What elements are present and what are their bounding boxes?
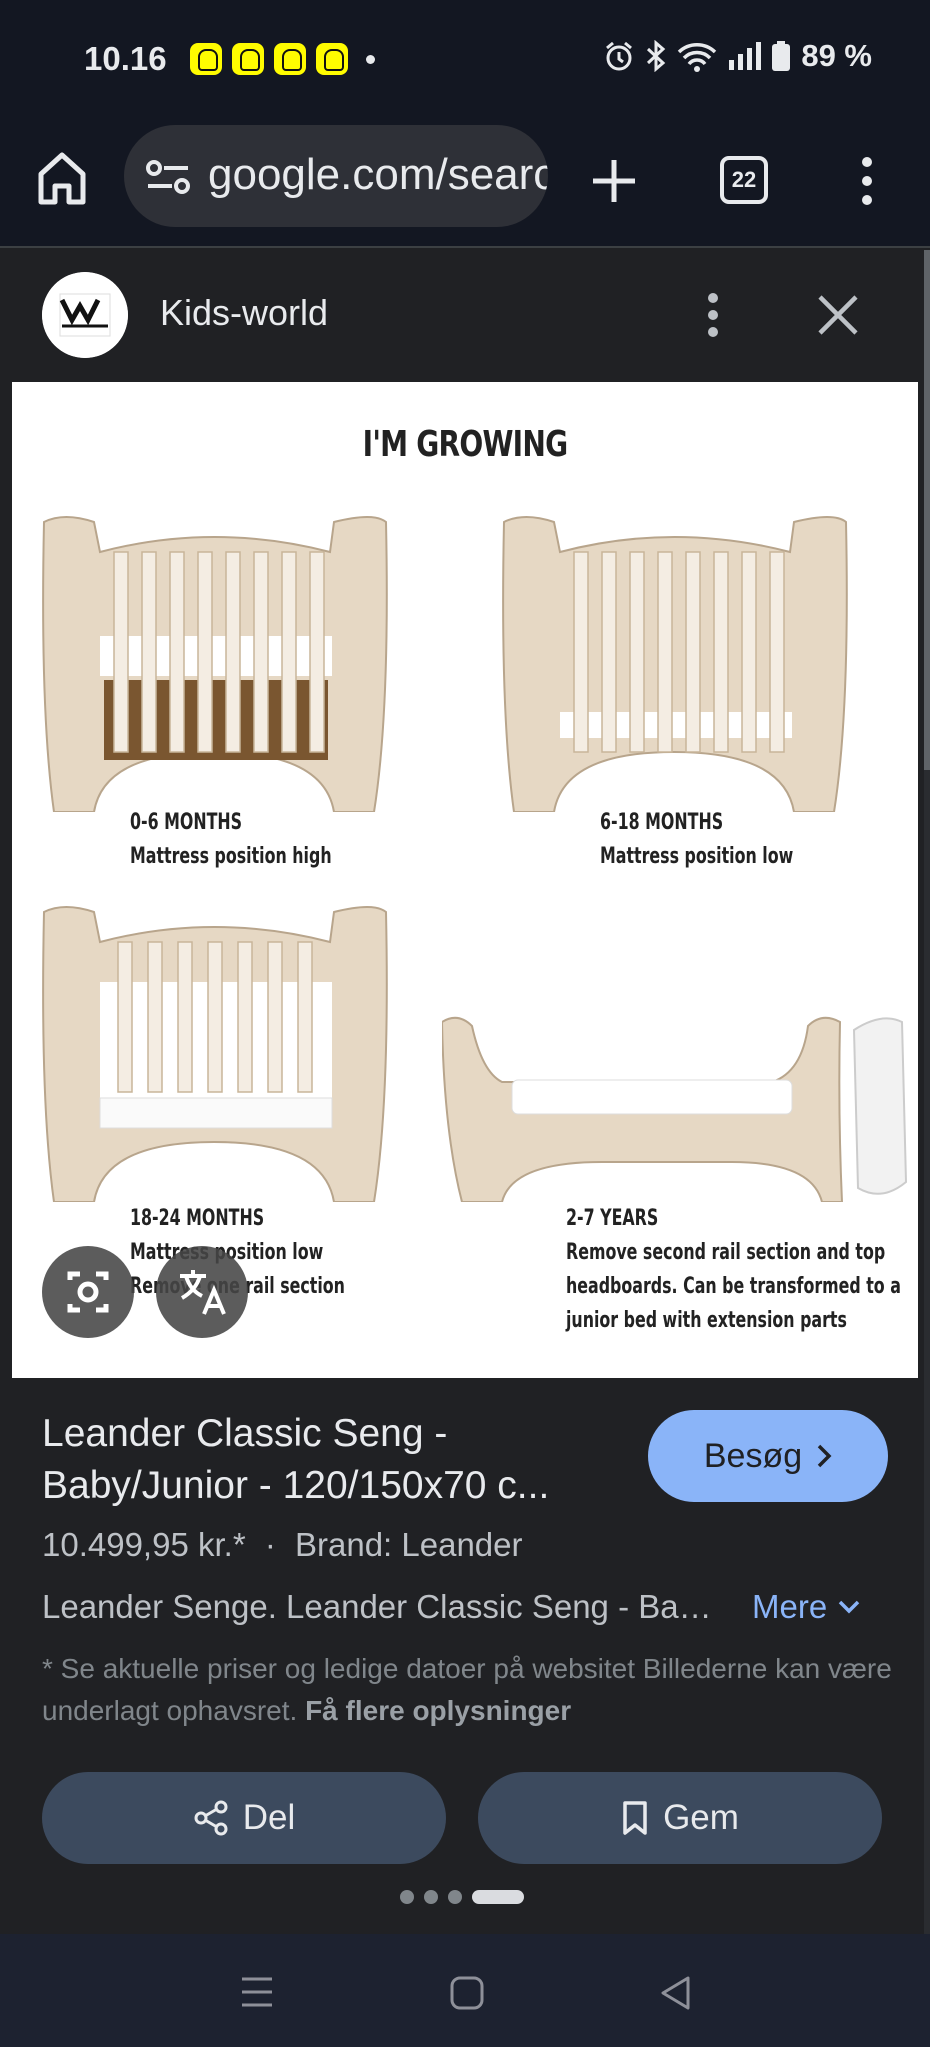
pager-dot-active[interactable] bbox=[472, 1890, 524, 1904]
site-logo[interactable] bbox=[42, 272, 128, 358]
battery-icon bbox=[772, 41, 791, 71]
battery-level: 89 % bbox=[801, 38, 872, 73]
share-label: Del bbox=[242, 1798, 296, 1837]
copyright-disclaimer: * Se aktuelle priser og ledige datoer på… bbox=[42, 1653, 892, 1726]
site-settings-icon[interactable] bbox=[146, 159, 190, 195]
chevron-right-icon bbox=[817, 1444, 832, 1468]
home-icon[interactable] bbox=[36, 148, 88, 208]
snapchat-icon bbox=[274, 43, 306, 75]
crib-illustration-0-6-months bbox=[42, 516, 388, 812]
more-options-icon[interactable] bbox=[704, 292, 722, 338]
translate-button[interactable] bbox=[156, 1246, 248, 1338]
home-nav-icon[interactable] bbox=[450, 1976, 484, 2010]
more-button[interactable]: Mere bbox=[752, 1588, 861, 1626]
separator-dot: · bbox=[264, 1526, 276, 1563]
stage-label: 0-6 MONTHS Mattress position high bbox=[130, 810, 332, 869]
pager-dot[interactable] bbox=[424, 1890, 438, 1904]
recent-apps-icon[interactable] bbox=[240, 1976, 274, 2008]
more-info-link[interactable]: Få flere oplysninger bbox=[305, 1695, 571, 1726]
lens-icon bbox=[67, 1271, 109, 1313]
product-image[interactable]: I'M GROWING 0-6 MONTHS Mattress position… bbox=[12, 382, 918, 1378]
crib-illustration-18-24-months bbox=[42, 906, 388, 1202]
wifi-icon bbox=[678, 43, 717, 72]
browser-toolbar: google.com/search 22 bbox=[0, 118, 930, 248]
lens-search-button[interactable] bbox=[42, 1246, 134, 1338]
more-label: Mere bbox=[752, 1588, 828, 1625]
share-button[interactable]: Del bbox=[42, 1772, 446, 1864]
bookmark-icon bbox=[623, 1801, 647, 1835]
translate-icon bbox=[180, 1270, 226, 1315]
stage-label: 6-18 MONTHS Mattress position low bbox=[600, 810, 794, 869]
more-notifications-dot bbox=[366, 55, 375, 64]
bluetooth-icon bbox=[647, 40, 666, 72]
pager-dot[interactable] bbox=[400, 1890, 414, 1904]
scrollbar-thumb[interactable] bbox=[924, 250, 930, 770]
pager-dot[interactable] bbox=[448, 1890, 462, 1904]
product-price: 10.499,95 kr.* bbox=[42, 1526, 246, 1563]
status-icons: 89 % bbox=[603, 38, 872, 74]
tab-switcher-button[interactable]: 22 bbox=[720, 156, 768, 204]
save-label: Gem bbox=[663, 1798, 739, 1837]
save-button[interactable]: Gem bbox=[478, 1772, 882, 1864]
system-navigation-bar bbox=[0, 1934, 930, 2047]
price-brand-line: 10.499,95 kr.* · Brand: Leander bbox=[42, 1526, 523, 1564]
snapchat-icon bbox=[232, 43, 264, 75]
visit-button[interactable]: Besøg bbox=[648, 1410, 888, 1502]
signal-icon bbox=[729, 42, 762, 70]
visit-label: Besøg bbox=[703, 1436, 803, 1475]
site-name[interactable]: Kids-world bbox=[160, 292, 328, 334]
chevron-down-icon bbox=[838, 1600, 860, 1614]
back-icon[interactable] bbox=[660, 1976, 692, 2010]
browser-menu-icon[interactable] bbox=[858, 156, 876, 206]
stage-label: 2-7 YEARS Remove second rail section and… bbox=[566, 1206, 901, 1333]
product-description: Leander Senge. Leander Classic Seng - Ba… bbox=[42, 1588, 722, 1625]
close-icon[interactable] bbox=[816, 293, 860, 337]
share-icon bbox=[194, 1800, 228, 1836]
crib-illustration-6-18-months bbox=[502, 516, 848, 812]
product-title[interactable]: Leander Classic Seng - Baby/Junior - 120… bbox=[42, 1408, 612, 1512]
product-brand: Brand: Leander bbox=[295, 1526, 523, 1563]
alarm-icon bbox=[606, 41, 633, 71]
status-bar: 10.16 89 % bbox=[0, 0, 930, 118]
snapchat-icon bbox=[316, 43, 348, 75]
carousel-pager bbox=[400, 1890, 524, 1904]
address-bar[interactable]: google.com/search bbox=[124, 125, 548, 227]
image-heading: I'M GROWING bbox=[362, 424, 568, 465]
status-time: 10.16 bbox=[84, 40, 167, 77]
snapchat-icon bbox=[190, 43, 222, 75]
junior-bed-illustration-2-7-years bbox=[442, 1016, 908, 1202]
new-tab-icon[interactable] bbox=[591, 158, 637, 204]
url-text[interactable]: google.com/search bbox=[208, 150, 548, 200]
